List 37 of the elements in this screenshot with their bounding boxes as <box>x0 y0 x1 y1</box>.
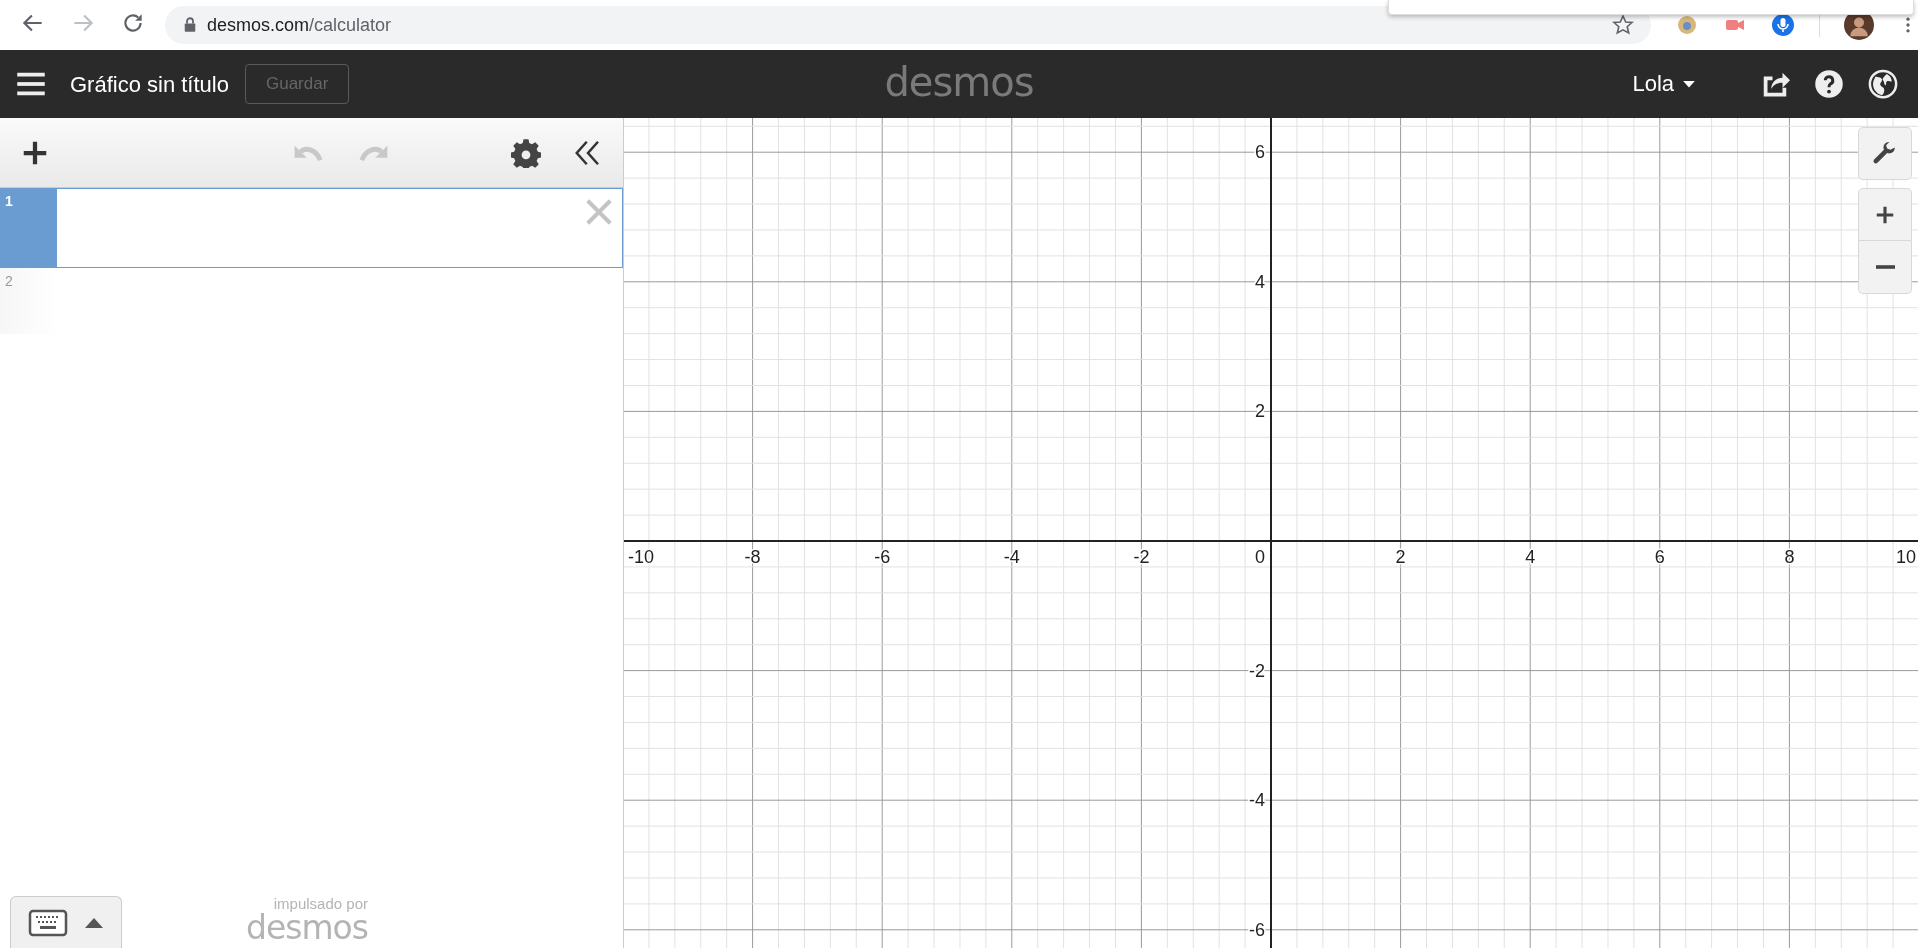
caret-icon <box>84 916 104 929</box>
axis-label: -4 <box>1249 790 1265 811</box>
expression-input[interactable] <box>57 188 623 268</box>
help-icon[interactable] <box>1814 69 1844 99</box>
globe-icon[interactable] <box>1868 69 1898 99</box>
axis-label: 4 <box>1525 547 1536 567</box>
url-text: desmos.com/calculator <box>207 13 392 37</box>
keyboard-icon <box>28 908 68 937</box>
expression-number: 2 <box>5 273 13 289</box>
zoom-out-button[interactable] <box>1858 241 1912 294</box>
axis-label: -6 <box>874 547 891 567</box>
axis-label: -8 <box>744 547 761 567</box>
graph-title[interactable]: Gráfico sin título <box>70 67 229 101</box>
settings-icon[interactable] <box>1858 127 1912 180</box>
axis-label: 0 <box>1255 547 1265 567</box>
axis-label: -6 <box>1249 919 1265 940</box>
user-menu[interactable]: Lola <box>1628 73 1700 95</box>
expression-number: 1 <box>5 193 13 209</box>
axis-label: 2 <box>1255 401 1265 422</box>
address-bar[interactable]: desmos.com/calculator <box>165 6 1651 44</box>
desmos-logo: desmos <box>884 57 1034 107</box>
axis-label: 2 <box>1395 547 1406 567</box>
powered-by-text: impulsado por <box>273 896 368 911</box>
axis-label: 10 <box>1895 547 1916 567</box>
zoom-in-button[interactable] <box>1858 188 1912 241</box>
axis-label: 4 <box>1255 271 1265 292</box>
axis-label: -4 <box>1003 547 1020 567</box>
extension-icon[interactable] <box>1675 13 1699 37</box>
axis-label: 6 <box>1654 547 1665 567</box>
axis-label: 6 <box>1255 142 1265 163</box>
axis-label: -10 <box>628 547 654 567</box>
axis-label: -2 <box>1133 547 1150 567</box>
microphone-icon[interactable] <box>1771 13 1795 37</box>
axis-label: -2 <box>1249 660 1265 681</box>
minus-icon <box>1875 265 1895 269</box>
axis-label: 8 <box>1784 547 1795 567</box>
keypad-toggle-button[interactable] <box>10 896 122 948</box>
